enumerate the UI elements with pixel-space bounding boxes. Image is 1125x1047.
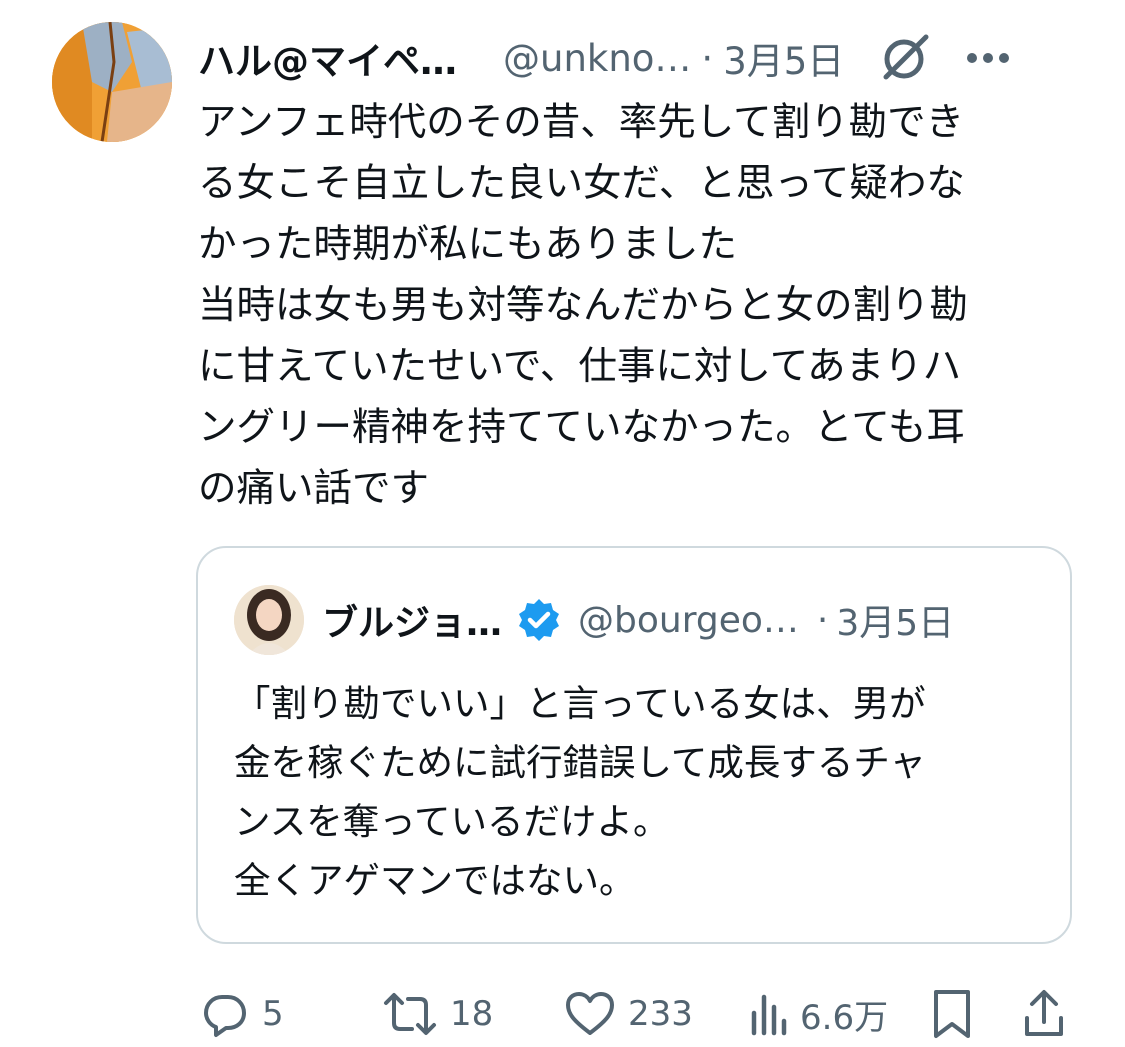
- tweet-header: ハル@マイペ… @unkno… · 3月5日: [198, 28, 1088, 88]
- author-handle[interactable]: @unkno…: [503, 37, 691, 80]
- quoted-tweet[interactable]: ブルジョ… @bourgeo… · 3月5日 「割り勘でいい」と言っている女は、…: [196, 546, 1072, 944]
- views-count: 6.6万: [800, 997, 889, 1038]
- action-bar: 5 18 233 6.6万: [196, 984, 1076, 1044]
- quoted-text-line: 金を稼ぐために試行錯誤して成長するチャ: [234, 741, 927, 784]
- tweet-text-line: アンフェ時代のその昔、率先して割り勘でき: [198, 100, 965, 145]
- bookmark-icon: [934, 990, 970, 1038]
- heart-icon: [566, 992, 614, 1035]
- tweet-text-line: 当時は女も男も対等なんだからと女の割り勘: [198, 283, 969, 328]
- author-name[interactable]: ハル@マイペ…: [198, 31, 457, 85]
- like-count: 233: [628, 994, 693, 1034]
- bookmark-button[interactable]: [930, 984, 974, 1044]
- reply-count: 5: [262, 994, 284, 1034]
- quoted-tweet-text: 「割り勘でいい」と言っている女は、男が 金を稼ぐために試行錯誤して成長するチャ …: [234, 674, 1054, 910]
- more-icon[interactable]: [958, 38, 1018, 78]
- retweet-icon: [384, 993, 436, 1035]
- quoted-author-avatar: [234, 585, 304, 655]
- quoted-text-line: 「割り勘でいい」と言っている女は、男が: [234, 682, 926, 725]
- tweet-text-line: ングリー精神を持てていなかった。とても耳: [198, 405, 965, 450]
- like-button[interactable]: 233: [564, 984, 693, 1044]
- share-icon: [1025, 990, 1063, 1036]
- share-button[interactable]: [1022, 984, 1066, 1044]
- tweet-text-line: に甘えていたせいで、仕事に対してあまりハ: [198, 344, 962, 389]
- tweet-text-line: の痛い話です: [198, 466, 430, 511]
- views-button[interactable]: 6.6万: [748, 984, 888, 1044]
- reply-icon: [204, 995, 246, 1037]
- header-separator: ·: [701, 36, 714, 80]
- retweet-count: 18: [450, 994, 494, 1034]
- tweet-text-line: かった時期が私にもありました: [198, 222, 738, 267]
- reply-button[interactable]: 5: [200, 984, 284, 1044]
- retweet-button[interactable]: 18: [382, 984, 493, 1044]
- quoted-header-separator: ·: [816, 599, 829, 641]
- quoted-text-line: ンスを奪っているだけよ。: [234, 800, 670, 843]
- tweet-text: アンフェ時代のその昔、率先して割り勘でき る女こそ自立した良い女だ、と思って疑わ…: [198, 92, 1058, 519]
- quoted-tweet-header: ブルジョ… @bourgeo… · 3月5日: [234, 584, 954, 656]
- verified-badge-icon: [519, 599, 560, 641]
- quoted-tweet-date: 3月5日: [836, 603, 955, 644]
- views-icon: [751, 994, 787, 1036]
- tweet-date[interactable]: 3月5日: [723, 31, 844, 85]
- author-avatar[interactable]: [52, 22, 172, 142]
- tweet-text-line: る女こそ自立した良い女だ、と思って疑わな: [198, 161, 965, 206]
- quoted-author-handle: @bourgeo…: [578, 599, 799, 641]
- grok-icon[interactable]: [876, 29, 934, 87]
- avatar-image: [52, 22, 172, 142]
- quoted-text-line: 全くアゲマンではない。: [234, 859, 636, 902]
- quoted-author-name: ブルジョ…: [322, 603, 503, 644]
